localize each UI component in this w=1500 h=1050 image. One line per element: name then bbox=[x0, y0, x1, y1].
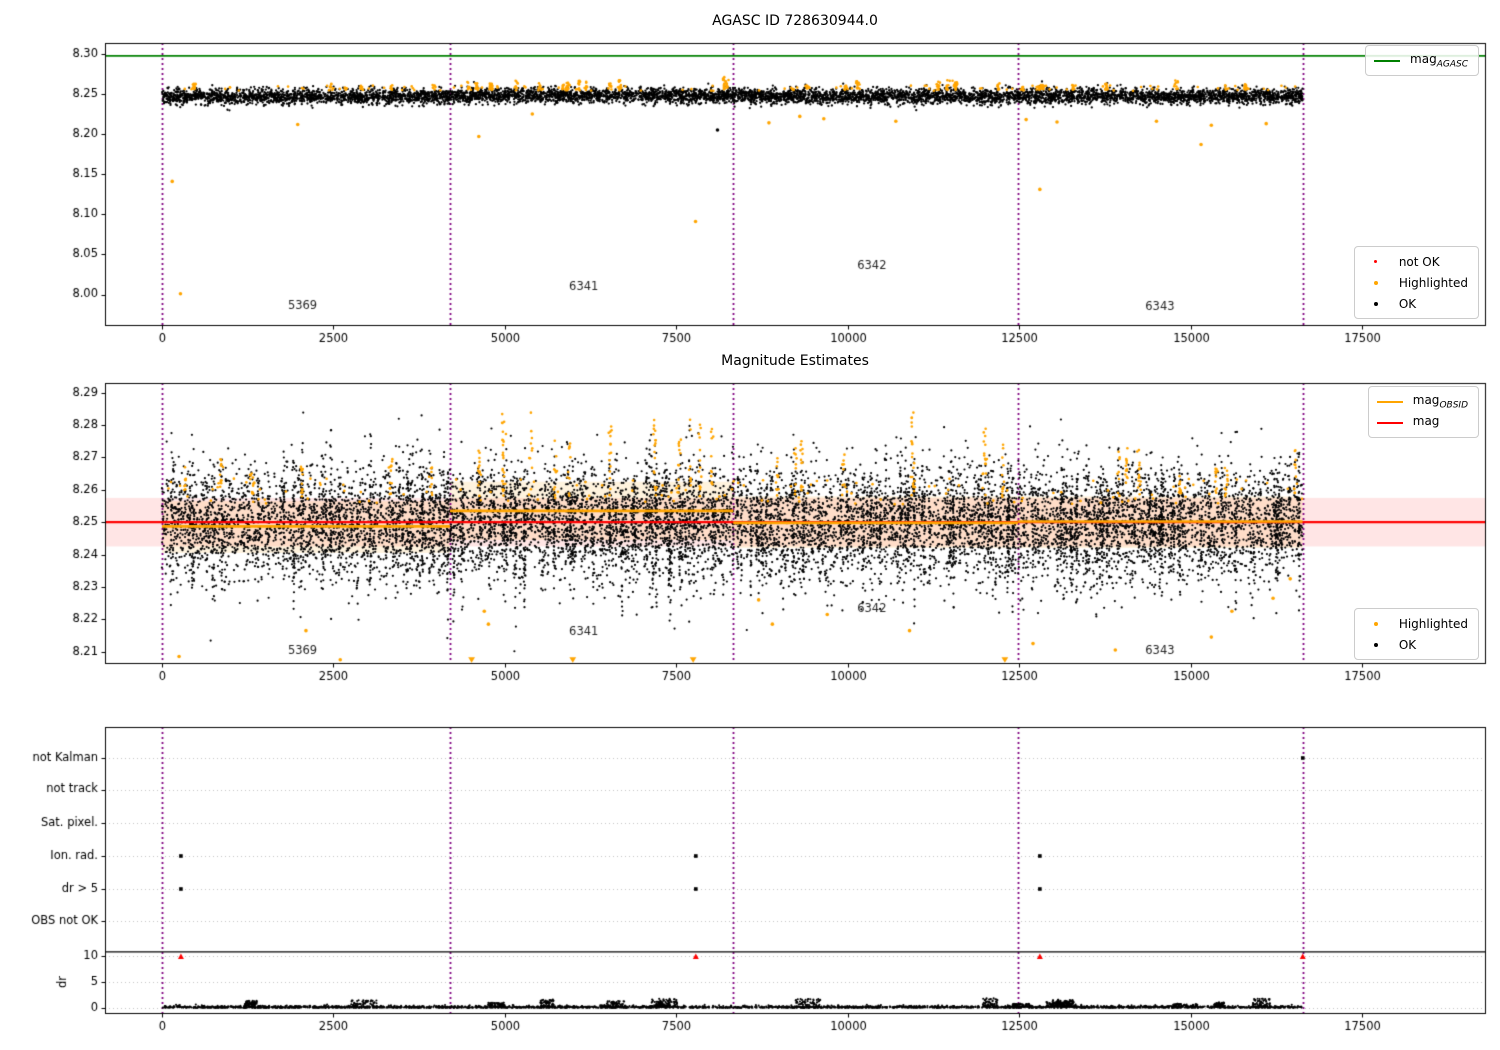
figure: AGASC ID 728630944.0 Magnitude Estimates… bbox=[0, 0, 1500, 1050]
legend-label-mag-agasc: magAGASC bbox=[1410, 52, 1468, 69]
legend-mid-status: Highlighted OK bbox=[1354, 608, 1479, 660]
legend-label-mag-obsid: magOBSID bbox=[1413, 393, 1468, 410]
plots-canvas bbox=[0, 0, 1500, 1050]
black-dot-swatch-icon bbox=[1363, 643, 1389, 647]
legend-item-highlighted-mid: Highlighted bbox=[1363, 613, 1468, 634]
legend-label-ok: OK bbox=[1399, 297, 1416, 311]
legend-mid-lines: magOBSID mag bbox=[1368, 386, 1479, 438]
legend-mag-agasc: magAGASC bbox=[1365, 45, 1479, 76]
legend-label-mag: mag bbox=[1413, 414, 1440, 431]
legend-item-mag-agasc: magAGASC bbox=[1374, 50, 1468, 71]
legend-item-mag-obsid: magOBSID bbox=[1377, 391, 1468, 412]
orange-line-swatch-icon bbox=[1377, 401, 1403, 403]
middle-plot-title: Magnitude Estimates bbox=[105, 353, 1485, 369]
legend-label-not-ok: not OK bbox=[1399, 255, 1440, 269]
legend-item-ok-mid: OK bbox=[1363, 634, 1468, 655]
red-line-swatch-icon bbox=[1377, 422, 1403, 424]
legend-label-ok-mid: OK bbox=[1399, 638, 1416, 652]
legend-item-highlighted: Highlighted bbox=[1363, 272, 1468, 293]
legend-item-mag: mag bbox=[1377, 412, 1468, 433]
legend-item-not-ok: not OK bbox=[1363, 251, 1468, 272]
green-line-swatch-icon bbox=[1374, 60, 1400, 62]
orange-dot-swatch-icon bbox=[1363, 622, 1389, 626]
legend-label-highlighted: Highlighted bbox=[1399, 276, 1468, 290]
legend-label-highlighted-mid: Highlighted bbox=[1399, 617, 1468, 631]
orange-dot-swatch-icon bbox=[1363, 281, 1389, 285]
red-dot-swatch-icon bbox=[1363, 260, 1389, 263]
legend-top-status: not OK Highlighted OK bbox=[1354, 246, 1479, 319]
legend-item-ok: OK bbox=[1363, 293, 1468, 314]
black-dot-swatch-icon bbox=[1363, 302, 1389, 306]
top-plot-title: AGASC ID 728630944.0 bbox=[105, 13, 1485, 29]
